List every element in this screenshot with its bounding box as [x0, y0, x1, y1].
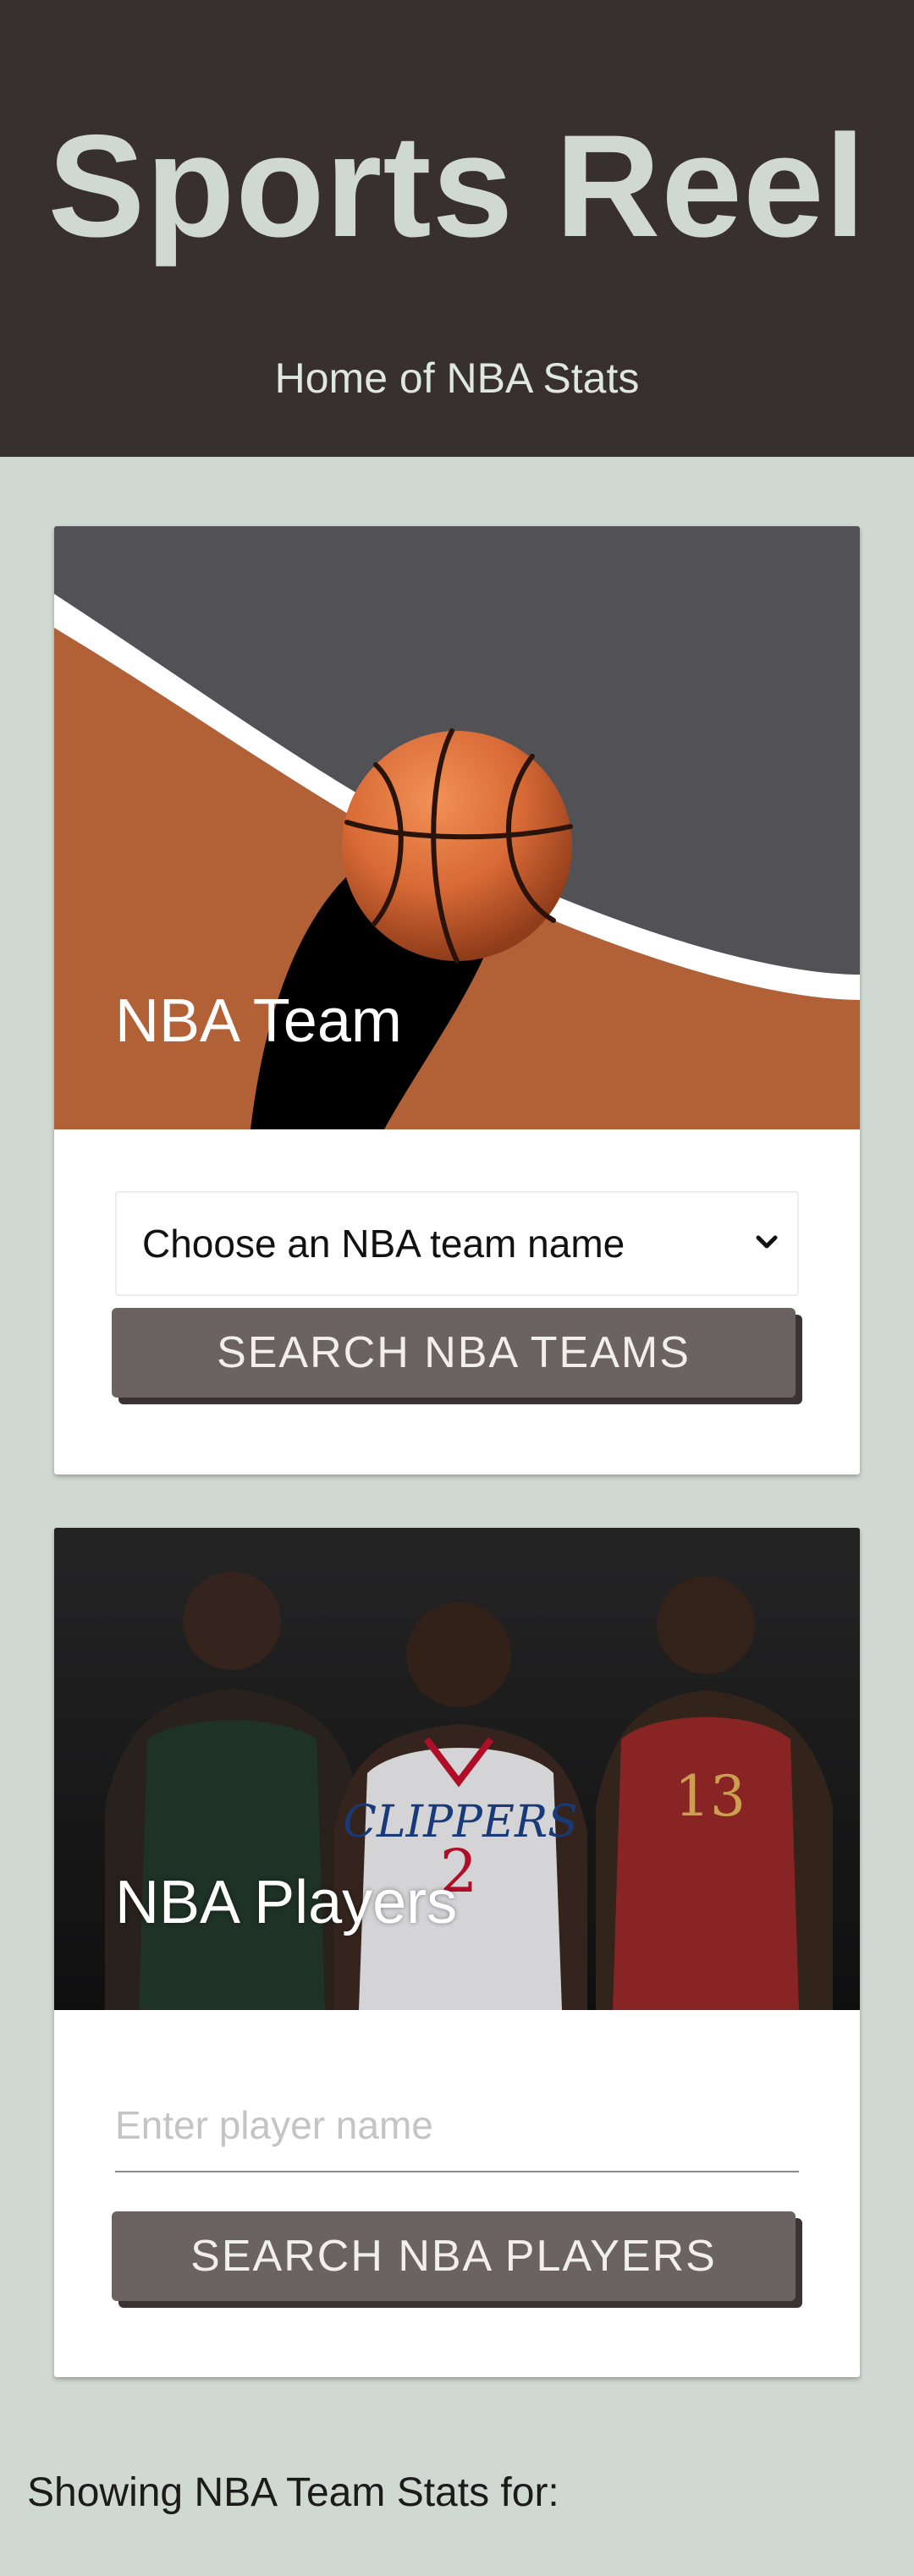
team-stats-status: Showing NBA Team Stats for:: [27, 2470, 559, 2515]
nba-players-image: CLIPPERS 2 13 NBA Players: [54, 1528, 860, 2010]
player-search-card: CLIPPERS 2 13 NBA Players Enter player n…: [54, 1528, 860, 2377]
players-card-title: NBA Players: [115, 1869, 458, 1936]
team-card-title: NBA Team: [115, 987, 402, 1055]
site-subtitle: Home of NBA Stats: [274, 354, 640, 402]
search-players-button[interactable]: SEARCH NBA PLAYERS: [112, 2211, 796, 2301]
player-name-input[interactable]: Enter player name: [115, 2086, 799, 2172]
site-header: Sports Reel Home of NBA Stats: [0, 0, 914, 457]
team-search-card: NBA Team Choose an NBA team name SEARCH …: [54, 526, 860, 1475]
team-select[interactable]: Choose an NBA team name: [115, 1191, 799, 1296]
player-name-placeholder: Enter player name: [115, 2103, 433, 2147]
search-teams-button[interactable]: SEARCH NBA TEAMS: [112, 1308, 796, 1398]
basketball-court-image: NBA Team: [54, 526, 860, 1129]
team-select-value: Choose an NBA team name: [142, 1222, 625, 1266]
site-title: Sports Reel: [47, 105, 867, 267]
chevron-down-icon: [756, 1235, 778, 1249]
